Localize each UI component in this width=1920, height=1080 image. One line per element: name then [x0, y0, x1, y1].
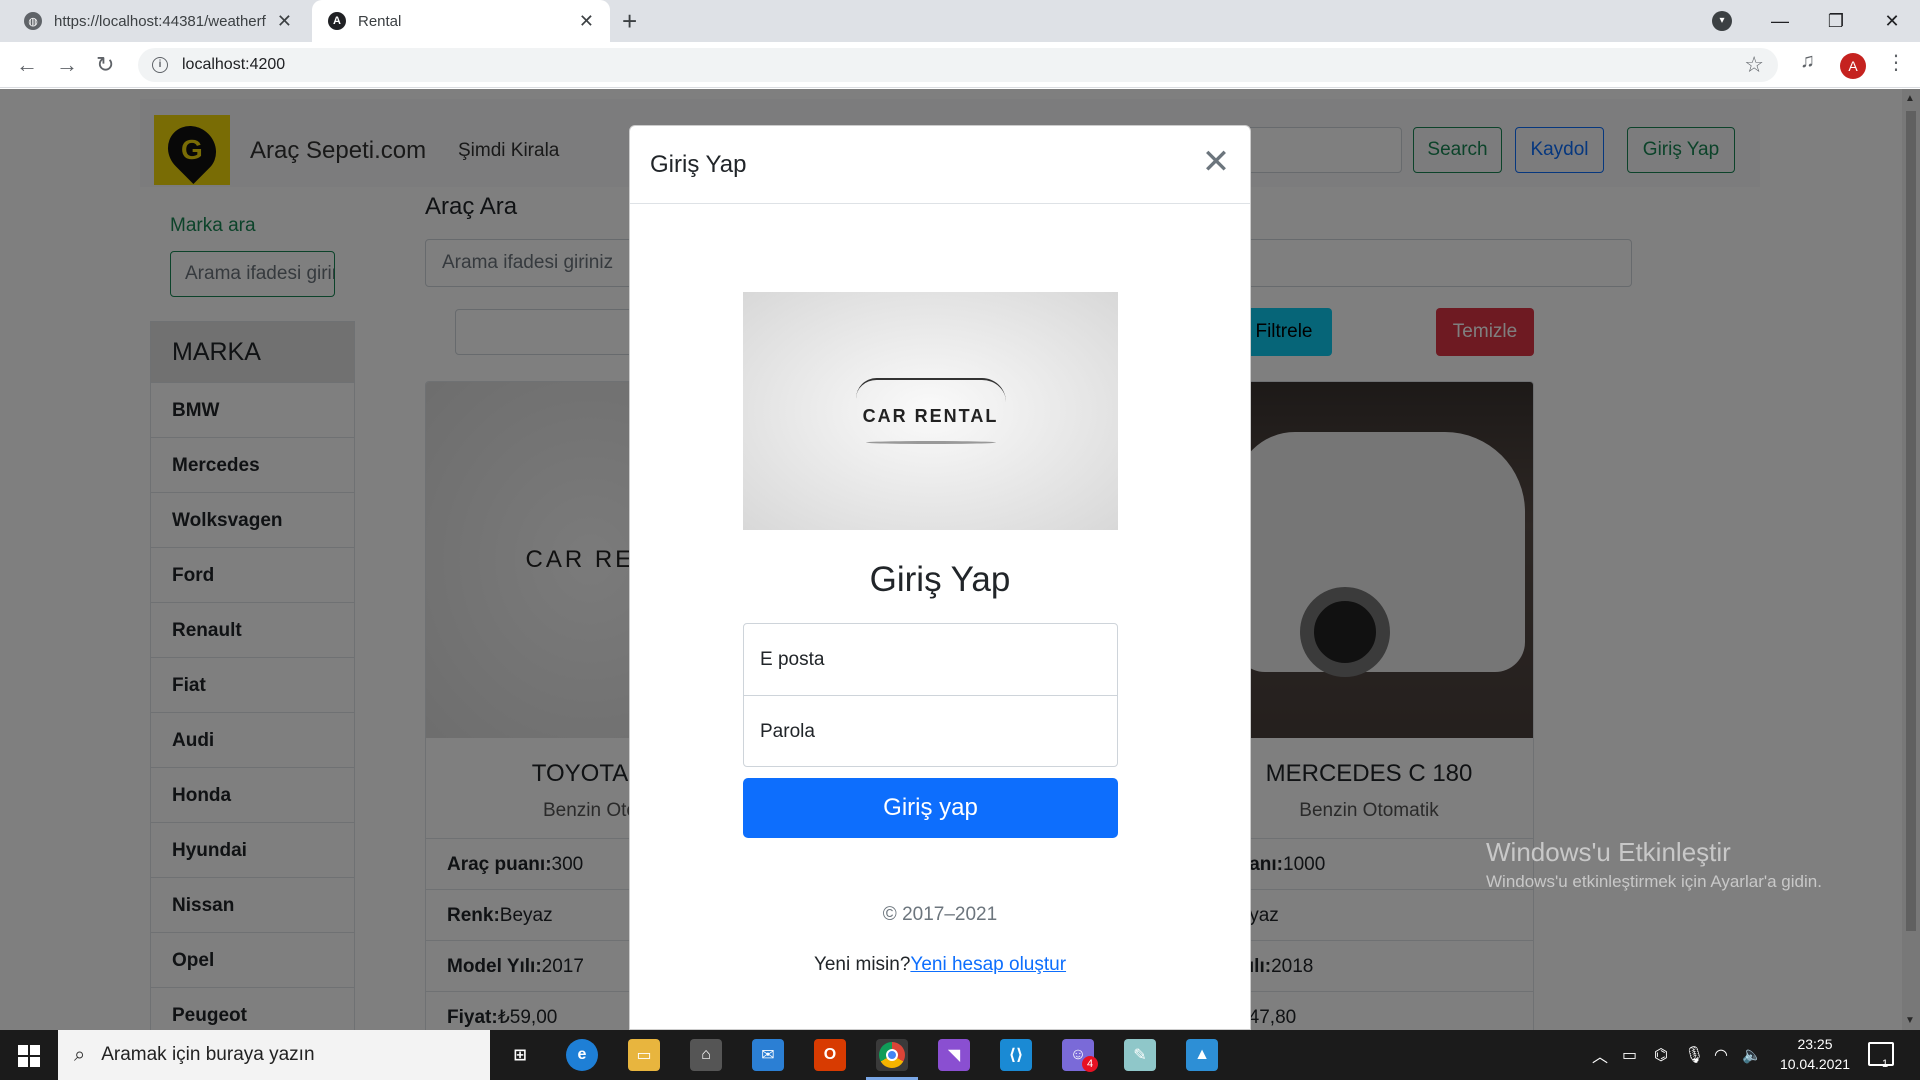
modal-title: Giriş Yap [650, 151, 747, 178]
bookmark-star-icon[interactable]: ☆ [1744, 52, 1764, 78]
notes-app-icon[interactable]: ✎ [1124, 1039, 1156, 1071]
close-icon[interactable]: ✕ [1198, 144, 1234, 180]
taskbar-search[interactable]: ⌕ Aramak için buraya yazın [58, 1030, 490, 1080]
windows-taskbar: ⌕ Aramak için buraya yazın ⊞ e ▭ ⌂ ✉ O ◥… [0, 1030, 1920, 1080]
visual-studio-icon[interactable]: ◥ [938, 1039, 970, 1071]
copyright-text: © 2017–2021 [882, 904, 998, 925]
search-icon: ⌕ [74, 1043, 86, 1066]
volume-icon[interactable]: 🔈 [1742, 1030, 1762, 1080]
profile-avatar[interactable]: A [1840, 53, 1866, 79]
mail-icon[interactable]: ✉ [752, 1039, 784, 1071]
address-bar[interactable]: i localhost:4200 ☆ [138, 48, 1778, 82]
back-icon[interactable]: ← [16, 52, 38, 78]
mail-badge: 4 [1082, 1056, 1098, 1072]
email-field[interactable]: E posta [744, 624, 1117, 695]
chrome-icon[interactable] [876, 1039, 908, 1071]
minimize-icon[interactable]: — [1752, 11, 1808, 32]
wifi-icon[interactable]: ◠ [1714, 1030, 1728, 1080]
window-controls: — ❐ ✕ [1752, 0, 1920, 42]
password-field[interactable]: Parola [744, 695, 1117, 766]
photos-icon[interactable]: ▲ [1186, 1039, 1218, 1071]
car-silhouette-icon [855, 378, 1006, 402]
office-icon[interactable]: O [814, 1039, 846, 1071]
notification-center-icon[interactable] [1868, 1042, 1894, 1066]
login-submit-button[interactable]: Giriş yap [743, 778, 1118, 838]
modal-header: Giriş Yap ✕ [630, 126, 1250, 204]
menu-kebab-icon[interactable]: ⋮ [1886, 50, 1906, 75]
microphone-icon[interactable]: 🎙 [1684, 1030, 1704, 1080]
tab-title: https://localhost:44381/weatherf [54, 12, 266, 30]
windows-start-icon[interactable] [18, 1045, 40, 1067]
browser-tab-bar: ◍ https://localhost:44381/weatherf ✕ A R… [0, 0, 1920, 42]
reload-icon[interactable]: ↻ [96, 52, 114, 78]
vscode-icon[interactable]: ⟨⟩ [1000, 1039, 1032, 1071]
close-window-icon[interactable]: ✕ [1864, 11, 1920, 32]
media-control-icon[interactable]: ♫ [1800, 50, 1815, 73]
url-text[interactable]: localhost:4200 [182, 56, 285, 74]
edge-icon[interactable]: e [566, 1039, 598, 1071]
close-tab-icon[interactable]: ✕ [579, 11, 594, 32]
globe-icon: ◍ [24, 12, 42, 30]
clock-date: 10.04.2021 [1779, 1056, 1851, 1072]
notification-count: 1 [1882, 1058, 1889, 1070]
close-tab-icon[interactable]: ✕ [277, 11, 292, 32]
browser-tab-rental[interactable]: A Rental ✕ [312, 0, 610, 42]
show-hidden-icons[interactable]: ︿ [1592, 1030, 1608, 1080]
car-rental-logo: CAR RENTAL [862, 406, 999, 426]
login-modal: Giriş Yap ✕ CAR RENTAL Giriş Yap E posta… [629, 125, 1251, 1030]
forward-icon[interactable]: → [56, 52, 78, 78]
battery-icon[interactable]: ▭ [1622, 1030, 1637, 1080]
new-tab-icon[interactable]: + [622, 6, 637, 37]
register-prompt: Yeni misin?Yeni hesap oluştur [630, 954, 1250, 976]
taskbar-clock[interactable]: 23:25 10.04.2021 [1760, 1034, 1870, 1074]
task-view-icon[interactable]: ⊞ [504, 1039, 536, 1071]
store-icon[interactable]: ⌂ [690, 1039, 722, 1071]
info-icon[interactable]: i [152, 57, 168, 73]
activation-watermark-title: Windows'u Etkinleştir [1486, 837, 1731, 867]
register-prompt-text: Yeni misin? [813, 954, 911, 975]
tab-search-icon[interactable]: ▾ [1712, 11, 1732, 31]
login-form: E posta Parola [743, 623, 1118, 767]
tab-title: Rental [358, 12, 402, 30]
login-heading: Giriş Yap [869, 560, 1011, 599]
file-explorer-icon[interactable]: ▭ [628, 1039, 660, 1071]
clock-time: 23:25 [1797, 1036, 1833, 1052]
create-account-link[interactable]: Yeni hesap oluştur [910, 954, 1066, 975]
restore-icon[interactable]: ❐ [1808, 11, 1864, 32]
browser-toolbar: ← → ↻ i localhost:4200 ☆ ♫ A ⋮ [0, 42, 1920, 88]
taskbar-search-placeholder: Aramak için buraya yazın [101, 1044, 315, 1065]
activation-watermark-subtitle: Windows'u etkinleştirmek için Ayarlar'a … [1486, 872, 1822, 891]
car-rental-banner: CAR RENTAL [743, 292, 1118, 530]
angular-icon: A [328, 12, 346, 30]
browser-tab-weather[interactable]: ◍ https://localhost:44381/weatherf ✕ [8, 0, 308, 42]
meet-now-icon[interactable]: ⌬ [1654, 1030, 1668, 1080]
